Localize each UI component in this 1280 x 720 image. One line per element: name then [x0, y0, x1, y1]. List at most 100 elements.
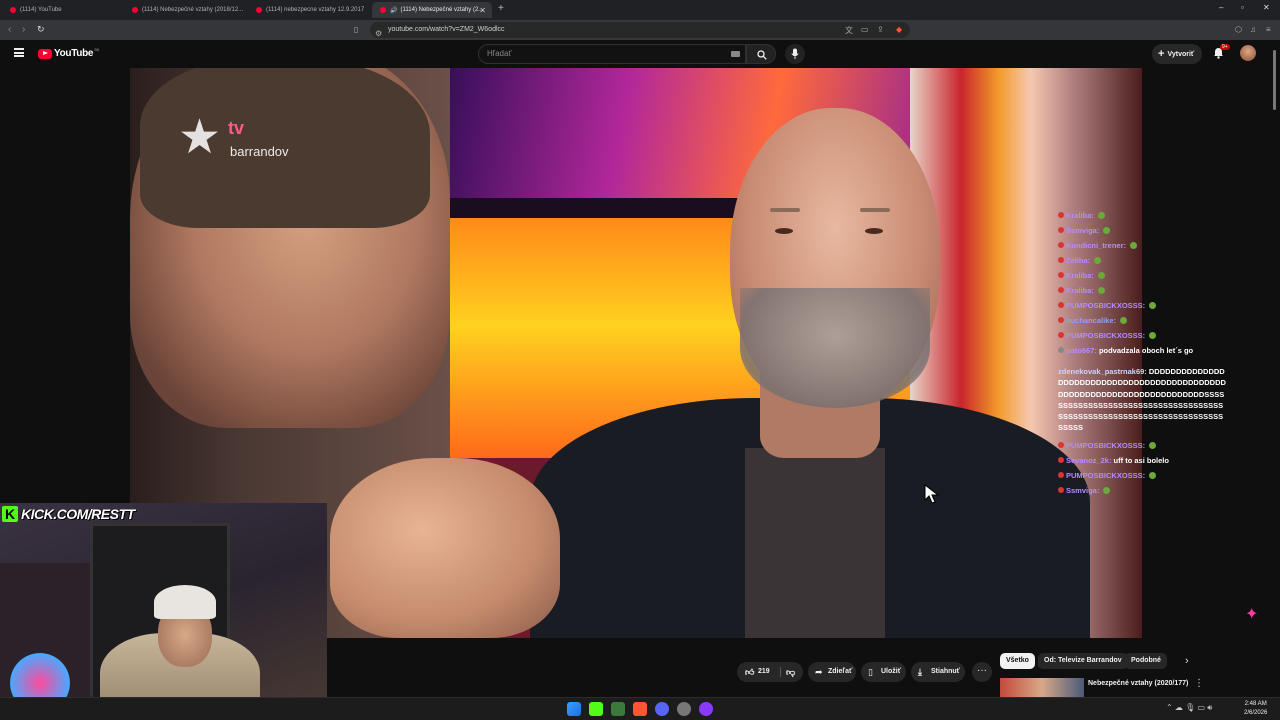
watermark-channel-name: barrandov — [230, 144, 289, 159]
chat-message: Kraliba: — [1058, 268, 1228, 283]
windows-start-icon[interactable] — [567, 702, 581, 716]
video-title[interactable]: Nebezpečné vztahy (2020/177) — [1088, 680, 1188, 687]
chat-badge-icon — [1058, 471, 1064, 478]
browser-tab-4-active[interactable]: 🔊 (1114) Nebezpečné vztahy (2... ✕ — [372, 2, 492, 18]
chat-badge-icon — [1058, 347, 1064, 353]
close-window-icon[interactable]: ✕ — [1263, 3, 1270, 12]
chat-username: Ssmviga: — [1066, 226, 1100, 235]
chat-username: Kundicni_trener: — [1066, 241, 1127, 250]
chip-from-channel[interactable]: Od: Televize Barrandov — [1038, 653, 1128, 669]
youtube-logo[interactable]: YouTube SK — [38, 47, 100, 59]
app-icon[interactable] — [699, 702, 713, 716]
chip-all[interactable]: Všetko — [1000, 653, 1035, 669]
chip-related[interactable]: Podobné — [1125, 653, 1167, 669]
host-shirt — [745, 448, 885, 638]
kick-logo-icon: K — [2, 506, 18, 522]
stream-chat-overlay: Kraliba: Ssmviga: Kundicni_trener: Zelih… — [1058, 208, 1228, 498]
cast-icon[interactable]: ▭ — [861, 25, 869, 34]
brave-browser-icon[interactable] — [633, 702, 647, 716]
chat-emote-icon — [1120, 317, 1128, 324]
kick-channel-banner: K KICK.COM/RESTT — [2, 505, 135, 523]
media-icon[interactable]: ♫ — [1250, 25, 1256, 34]
chat-message: Ssmviga: — [1058, 223, 1228, 238]
chat-emote-icon — [1094, 257, 1102, 264]
chat-badge-icon — [1058, 287, 1064, 293]
voice-search-button[interactable] — [785, 44, 805, 64]
chat-message: PUMPOSBICKXOSSS: — [1058, 438, 1228, 453]
youtube-favicon-icon — [132, 7, 138, 13]
bookmark-save-icon: ▯ — [868, 667, 873, 677]
download-icon: ⤓ — [918, 667, 922, 677]
more-actions-button[interactable]: ··· — [972, 662, 992, 682]
create-button[interactable]: + Vytvoriť — [1152, 44, 1202, 64]
bookmark-icon[interactable]: ▯ — [354, 25, 358, 34]
host-brow — [770, 208, 800, 212]
close-tab-icon[interactable]: ✕ — [479, 6, 486, 15]
account-avatar[interactable] — [1240, 45, 1256, 61]
chat-message: PUMPOSBICKXOSSS: — [1058, 328, 1228, 343]
system-clock[interactable]: 2:48 AM 2/6/2026 — [1244, 700, 1267, 718]
keyboard-icon[interactable] — [731, 51, 740, 57]
chat-emote-icon — [1149, 302, 1157, 309]
browser-tab-1[interactable]: (1114) YouTube — [2, 2, 120, 18]
discord-app-icon[interactable] — [655, 702, 669, 716]
recommended-video[interactable]: Nebezpečné vztahy (2020/177) ⋮ — [1000, 678, 1204, 698]
new-tab-button[interactable]: + — [498, 3, 504, 14]
back-icon[interactable]: ‹ — [8, 24, 11, 35]
browser-tab-2[interactable]: (1114) Nebezpečné vztahy (2018/12... — [124, 2, 244, 18]
chat-username: PUMPOSBICKXOSSS: — [1066, 331, 1146, 340]
save-button[interactable]: ▯ Uložiť — [861, 662, 906, 682]
forward-icon[interactable]: › — [22, 24, 25, 35]
chevron-right-icon[interactable]: › — [1185, 655, 1189, 667]
search-input[interactable]: Hľadať — [478, 44, 746, 64]
chat-badge-icon — [1058, 441, 1064, 448]
maximize-icon[interactable]: ▫ — [1241, 3, 1244, 12]
chat-message: buchancalike: — [1058, 313, 1228, 328]
chat-badge-icon — [1058, 242, 1064, 248]
chat-message: Kraliba: — [1058, 208, 1228, 223]
excel-app-icon[interactable] — [611, 702, 625, 716]
url-field[interactable]: ⚙ youtube.com/watch?v=ZM2_W6odlcc — [370, 22, 910, 38]
browser-tab-3[interactable]: (1114) nebezpecne vztahy 12.9.2017 — [248, 2, 368, 18]
youtube-favicon-icon — [256, 7, 262, 13]
browser-address-bar: ‹ › ↻ ▯ ⚙ youtube.com/watch?v=ZM2_W6odlc… — [0, 20, 1280, 40]
more-options-icon[interactable]: ⋮ — [1194, 678, 1204, 689]
dislike-icon[interactable]: 👎︎ — [786, 662, 795, 682]
share-page-icon[interactable]: ⇪ — [877, 25, 884, 34]
host-beard — [740, 288, 930, 408]
clock-date: 2/6/2026 — [1244, 710, 1268, 716]
browser-menu-icon[interactable]: ≡ — [1266, 25, 1271, 34]
reload-icon[interactable]: ↻ — [37, 24, 45, 35]
app-icon[interactable] — [677, 702, 691, 716]
chat-message-long: zdenekovak_pastrnak69: DDDDDDDDDDDDDDDDD… — [1058, 366, 1228, 434]
chat-emote-icon — [1098, 272, 1106, 279]
brave-shield-icon[interactable]: ◆ — [896, 25, 902, 34]
chat-message: Kraliba: — [1058, 283, 1228, 298]
chat-text: DDDDDDDDDDDDDDDDDDDDDDDDDDDDDDDDDDDDDDDD… — [1058, 367, 1226, 433]
hamburger-menu-icon[interactable] — [14, 48, 24, 57]
kick-app-icon[interactable] — [589, 702, 603, 716]
youtube-header: YouTube SK Hľadať + Vytvoriť 9+ — [0, 40, 1280, 68]
translate-icon[interactable]: 文 — [845, 25, 853, 36]
extensions-icon[interactable]: ⬡ — [1235, 25, 1242, 34]
like-icon[interactable]: 👍︎ — [745, 662, 754, 682]
page-scrollbar[interactable] — [1273, 50, 1276, 110]
save-label: Uložiť — [881, 668, 902, 675]
system-tray[interactable]: ⌃ ☁ 🎙︎ ▭ 🔊︎ — [1166, 703, 1212, 713]
tab-label: (1114) Nebezpečné vztahy (2018/12... — [142, 7, 244, 13]
like-count[interactable]: 219 — [758, 662, 770, 682]
divider — [780, 667, 781, 677]
chat-emote-icon — [1149, 332, 1157, 339]
search-button[interactable] — [746, 44, 776, 64]
chat-message: Ssmviga: — [1058, 483, 1228, 498]
chat-badge-icon — [1058, 317, 1064, 323]
minimize-icon[interactable]: – — [1219, 3, 1223, 12]
share-button[interactable]: ➦ Zdieľať — [808, 662, 856, 682]
chat-message: PUMPOSBICKXOSSS: — [1058, 298, 1228, 313]
download-button[interactable]: ⤓ Stiahnuť — [911, 662, 965, 682]
video-thumbnail[interactable] — [1000, 678, 1084, 698]
tab-label: (1114) nebezpecne vztahy 12.9.2017 — [266, 7, 365, 13]
tab-label: (1114) Nebezpečné vztahy (2... — [400, 7, 484, 13]
chat-username: Kraliba: — [1066, 211, 1094, 220]
chat-text: uff to asi bolelo — [1113, 455, 1169, 465]
